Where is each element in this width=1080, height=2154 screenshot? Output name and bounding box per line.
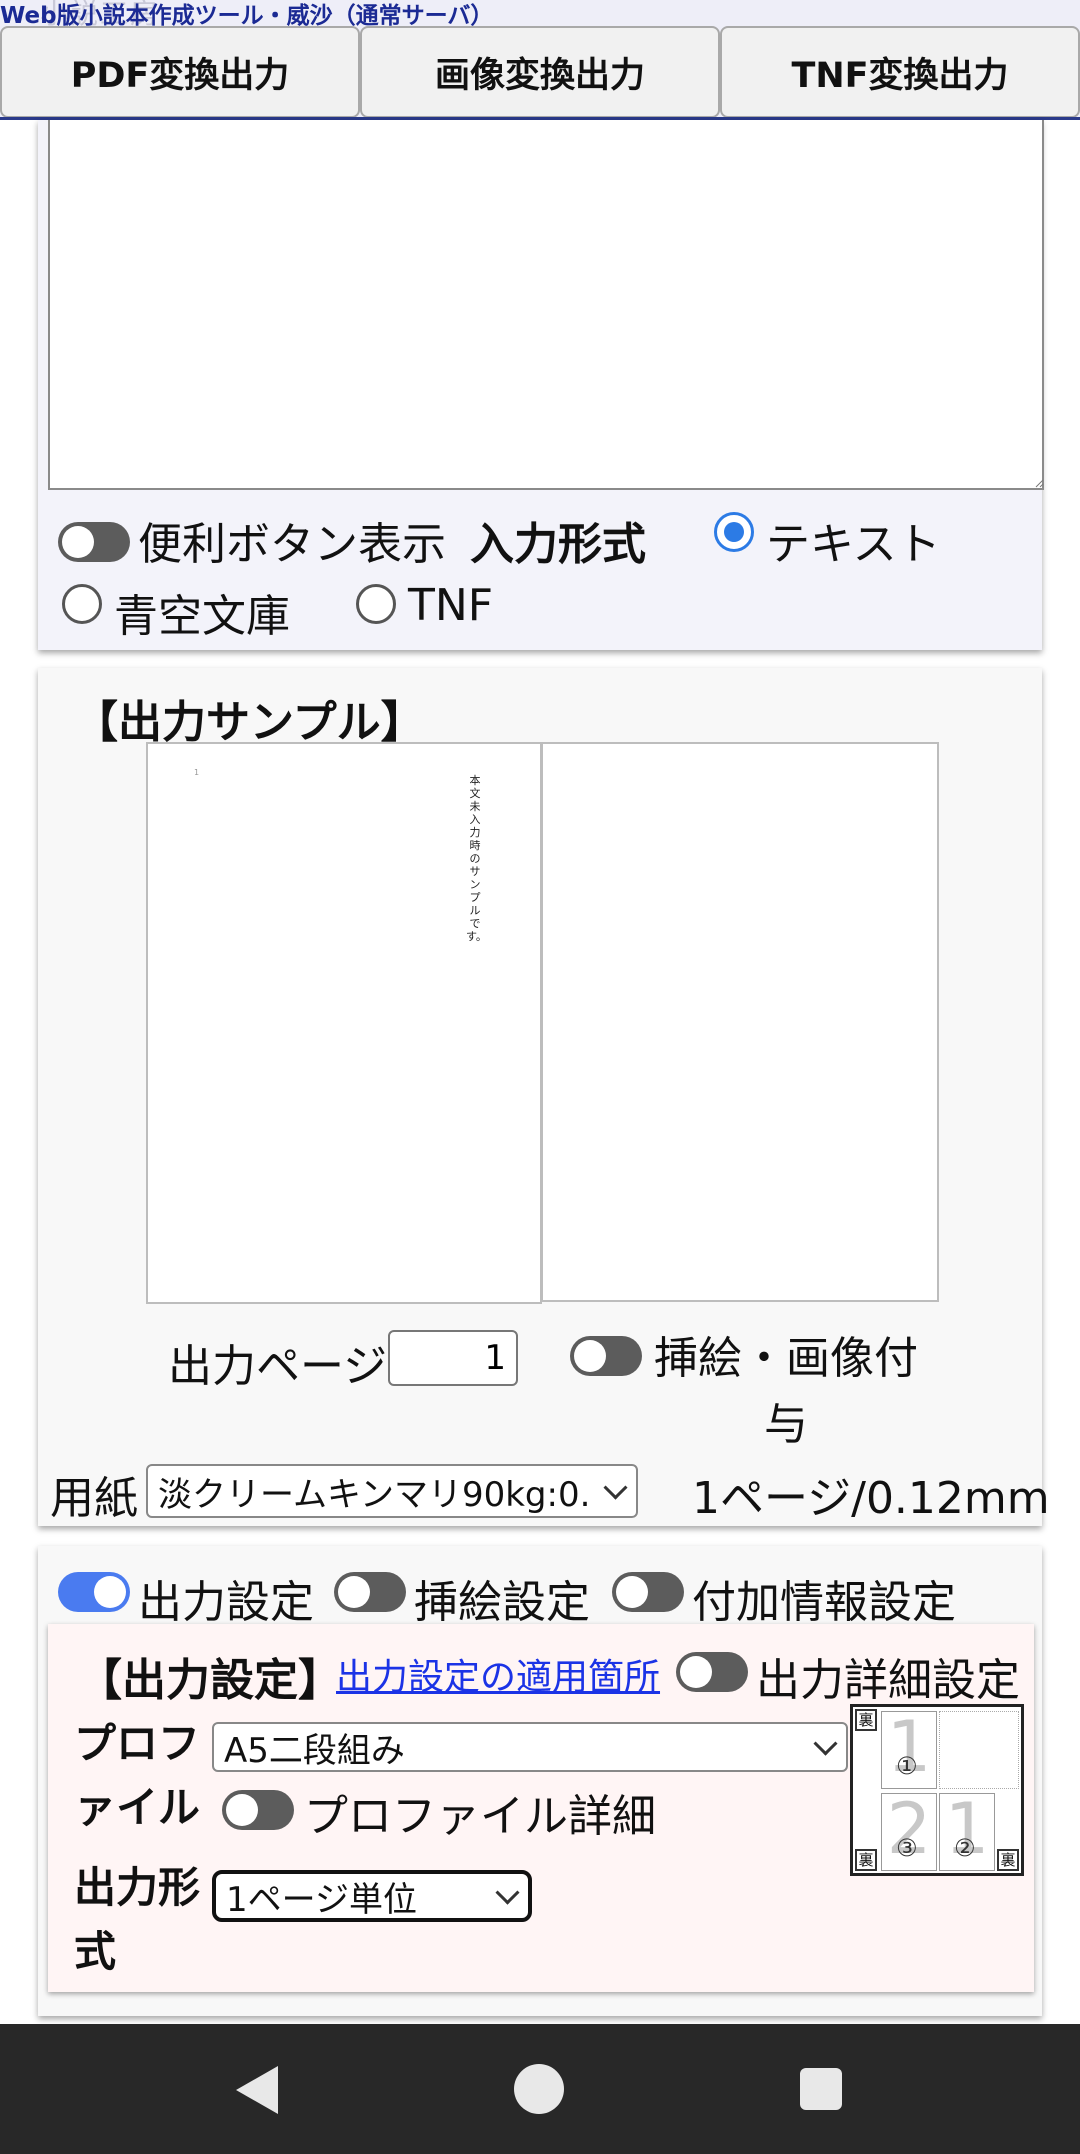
paper-select-value: 淡クリームキンマリ90kg:0. [158,1474,591,1515]
output-detail-label: 出力詳細設定 [756,1655,1020,1706]
output-page-label: 出力ページ [168,1341,388,1392]
diagram-cell-1-circled: ① [896,1752,918,1780]
back-icon[interactable] [236,2066,278,2114]
diagram-cell-3: 2 ③ [881,1793,937,1871]
pdf-export-button[interactable]: PDF変換出力 [0,26,360,118]
chevron-down-icon [495,1880,520,1905]
paper-thickness-text: 1ページ/0.12mm [692,1473,1050,1524]
extra-info-settings-tab-label: 付加情報設定 [692,1577,956,1628]
chevron-down-icon [813,1731,838,1756]
text-input-area[interactable] [48,120,1044,490]
diagram-cell-3-circled: ③ [896,1834,918,1862]
output-settings-heading: 【出力設定】 [78,1655,342,1706]
profile-label: プロファイル [74,1719,201,1832]
helper-buttons-toggle[interactable] [58,522,130,562]
profile-detail-toggle[interactable] [222,1790,294,1830]
illustration-toggle[interactable] [570,1336,642,1376]
profile-select[interactable]: A5二段組み [212,1722,848,1772]
diagram-cell-2-circled: ② [954,1834,976,1862]
illustration-settings-tab-label: 挿絵設定 [414,1577,590,1628]
home-icon[interactable] [514,2064,564,2114]
format-radio-text[interactable] [714,512,754,552]
extra-info-settings-toggle[interactable] [612,1572,684,1612]
illustration-toggle-label: 挿絵・画像付与 [654,1333,918,1450]
input-format-label: 入力形式 [470,519,646,570]
output-format-label: 出力形式 [74,1863,201,1976]
diagram-cell-2: 1 ② [939,1793,995,1871]
resize-grip-icon[interactable] [1034,478,1044,488]
output-settings-tab-label: 出力設定 [138,1577,314,1628]
imposition-diagram: 裏 1 ① 2 ③ 1 ② 裏 裏 [850,1704,1024,1876]
output-format-select[interactable]: 1ページ単位 [212,1870,532,1922]
image-export-button[interactable]: 画像変換出力 [360,26,720,118]
ura-mark-bottom-left: 裏 [855,1849,877,1871]
format-option-tnf: TNF [408,580,494,631]
helper-buttons-label: 便利ボタン表示 [138,519,446,570]
output-page-input[interactable] [388,1330,518,1386]
sample-heading: 【出力サンプル】 [74,697,425,748]
output-settings-toggle[interactable] [58,1572,130,1612]
paper-label: 用紙 [50,1473,138,1524]
profile-select-value: A5二段組み [224,1730,405,1771]
chevron-down-icon [603,1475,628,1500]
format-radio-tnf[interactable] [356,584,396,624]
sample-page-number: 1 [194,768,200,777]
output-format-select-value: 1ページ単位 [226,1879,417,1920]
profile-detail-label: プロファイル詳細 [304,1791,656,1842]
sample-page-right [541,742,939,1302]
diagram-cell-1: 1 ① [881,1711,937,1789]
format-option-aozora: 青空文庫 [114,591,290,642]
output-detail-toggle[interactable] [676,1652,748,1692]
tnf-export-button[interactable]: TNF変換出力 [720,26,1080,118]
ura-mark-bottom-right: 裏 [997,1849,1019,1871]
format-radio-aozora[interactable] [62,584,102,624]
paper-select[interactable]: 淡クリームキンマリ90kg:0. [146,1464,638,1518]
diagram-empty-cell [939,1711,1019,1789]
output-settings-scope-link[interactable]: 出力設定の適用箇所 [336,1648,660,1700]
format-option-text: テキスト [766,519,941,570]
ura-mark-top: 裏 [855,1709,877,1731]
recent-apps-icon[interactable] [800,2068,842,2110]
illustration-settings-toggle[interactable] [334,1572,406,1612]
sample-vertical-text: 本文未入力時のサンプルです。 [466,774,487,943]
